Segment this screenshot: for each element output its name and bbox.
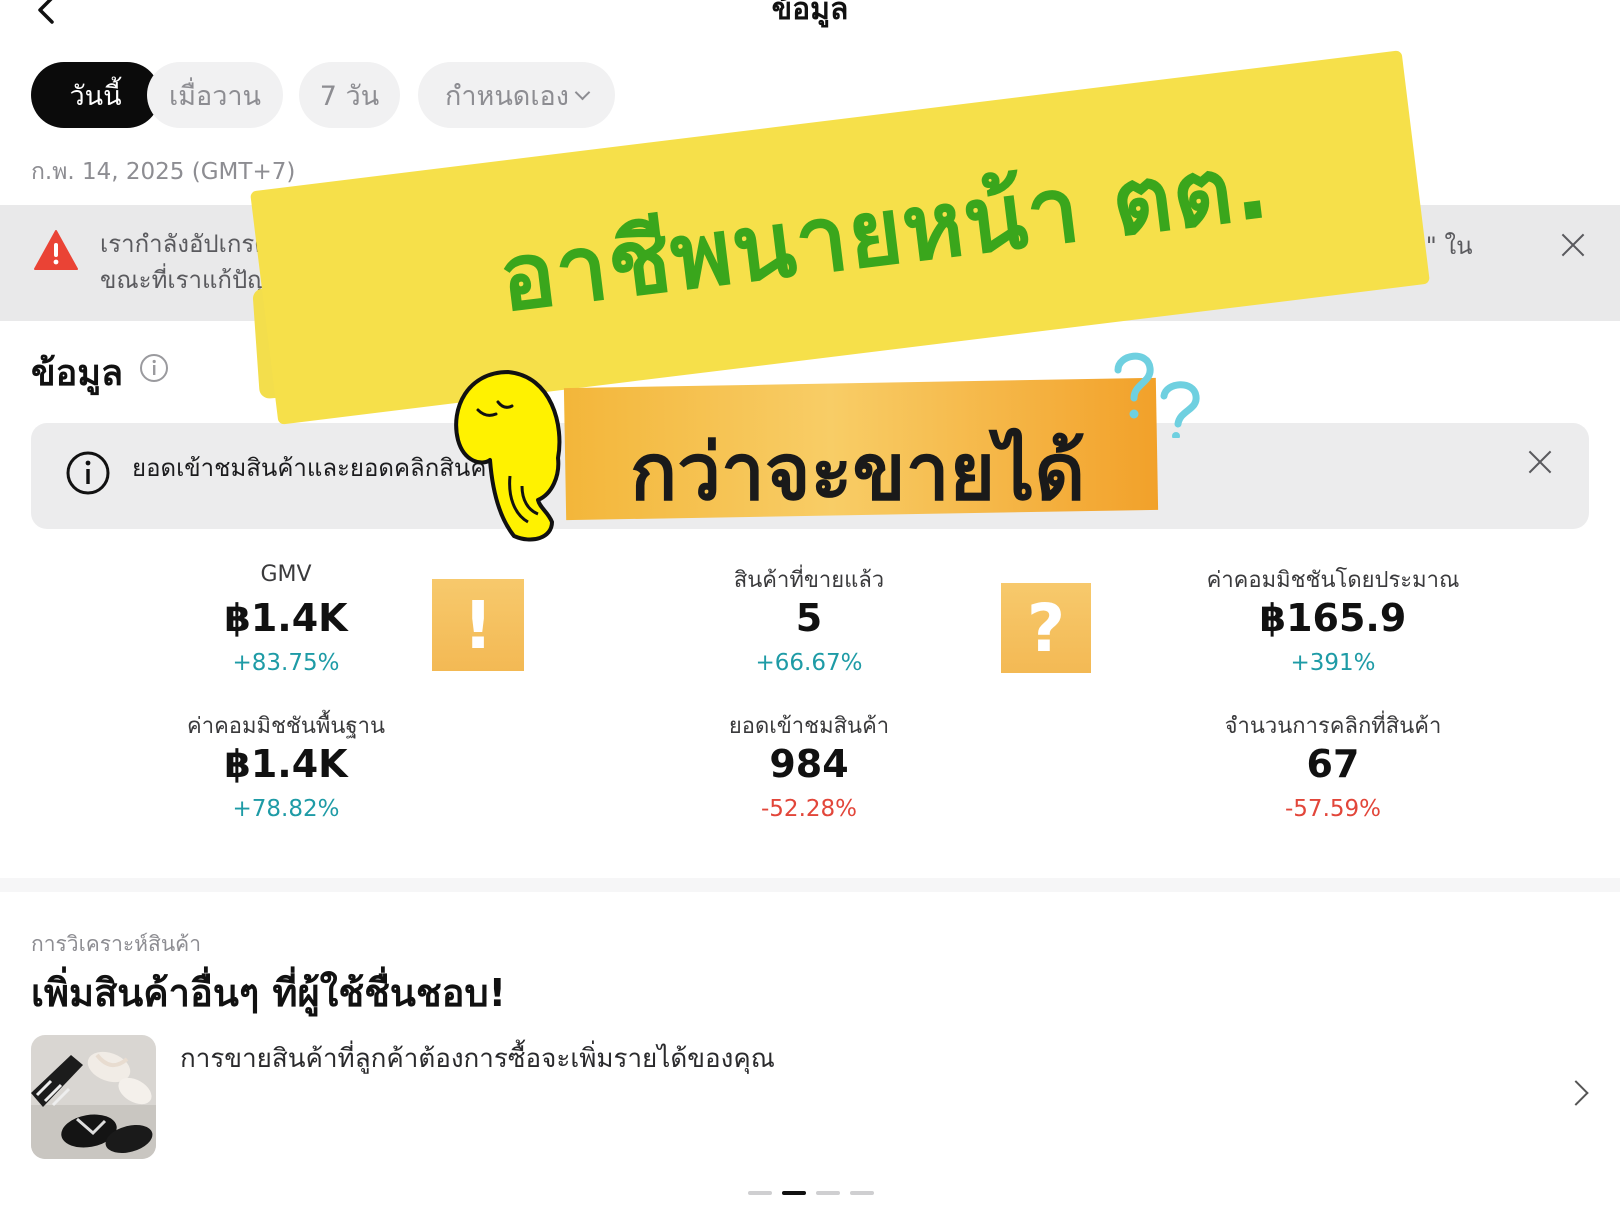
- warning-icon: [34, 230, 78, 270]
- page-title: ข้อมูล: [771, 0, 849, 27]
- pager-dot: [850, 1191, 874, 1195]
- metric-change: +66.67%: [755, 650, 863, 676]
- metric-change: -52.28%: [761, 796, 857, 822]
- metric-base-commission[interactable]: ค่าคอมมิชชันพื้นฐาน ฿1.4K +78.82%: [76, 708, 496, 822]
- chevron-right-icon[interactable]: [1563, 1080, 1589, 1106]
- metric-product-clicks[interactable]: จำนวนการคลิกที่สินค้า 67 -57.59%: [1123, 708, 1543, 822]
- product-analysis-description: การขายสินค้าที่ลูกค้าต้องการซื้อจะเพิ่มร…: [180, 1044, 775, 1074]
- overlay-subheadline: กว่าจะขายได้: [630, 428, 1086, 518]
- product-analysis-label: การวิเคราะห์สินค้า: [31, 932, 202, 956]
- metric-label: จำนวนการคลิกที่สินค้า: [1224, 714, 1442, 739]
- notice-close-icon[interactable]: [1527, 449, 1553, 475]
- filter-chip-yesterday[interactable]: เมื่อวาน: [147, 62, 283, 128]
- product-analysis-title: เพิ่มสินค้าอื่นๆ ที่ผู้ใช้ชื่นชอบ!: [31, 971, 506, 1015]
- info-circle-icon: [66, 451, 110, 495]
- metric-label: ยอดเข้าชมสินค้า: [728, 714, 890, 739]
- metric-value: 67: [1306, 742, 1360, 786]
- filter-chip-custom[interactable]: กำหนดเอง: [418, 62, 615, 128]
- section-divider: [0, 878, 1620, 892]
- exclamation-glyph: !: [462, 586, 494, 664]
- notice-text: ยอดเข้าชมสินค้าและยอดคลิกสินค้: [132, 454, 487, 482]
- metric-product-views[interactable]: ยอดเข้าชมสินค้า 984 -52.28%: [599, 708, 1019, 822]
- warning-close-icon[interactable]: [1560, 232, 1586, 258]
- question-tile-icon: ?: [1001, 583, 1091, 673]
- pager-dot: [816, 1191, 840, 1195]
- metric-label: ค่าคอมมิชชันพื้นฐาน: [187, 714, 385, 739]
- filter-chip-today[interactable]: วันนี้: [31, 62, 160, 128]
- yellow-mascot-icon: [454, 370, 562, 542]
- pager-dot: [748, 1191, 772, 1195]
- metric-change: +391%: [1290, 650, 1376, 676]
- metric-estimated-commission[interactable]: ค่าคอมมิชชันโดยประมาณ ฿165.9 +391%: [1123, 562, 1543, 676]
- pager-dot-active: [782, 1191, 806, 1195]
- filter-chip-label: 7 วัน: [319, 80, 380, 112]
- metric-value: 984: [769, 742, 849, 786]
- metric-label: สินค้าที่ขายแล้ว: [733, 568, 885, 593]
- metric-value: 5: [795, 596, 823, 640]
- metric-items-sold[interactable]: สินค้าที่ขายแล้ว 5 +66.67%: [599, 562, 1019, 676]
- question-marks-icon: [1114, 352, 1200, 438]
- exclamation-tile-icon: !: [432, 579, 524, 671]
- info-icon[interactable]: [138, 352, 170, 384]
- question-glyph: ?: [1026, 589, 1066, 667]
- metric-change: +78.82%: [232, 796, 340, 822]
- filter-chip-label: เมื่อวาน: [168, 80, 262, 112]
- filter-chip-label: กำหนดเอง: [445, 80, 569, 112]
- filter-chip-label: วันนี้: [69, 80, 122, 112]
- chevron-down-icon: [574, 84, 591, 100]
- section-title: ข้อมูล: [31, 353, 124, 394]
- metric-change: -57.59%: [1285, 796, 1381, 822]
- date-range-label: ก.พ. 14, 2025 (GMT+7): [31, 159, 296, 185]
- product-thumbnail-image[interactable]: [31, 1035, 156, 1159]
- metric-value: ฿1.4K: [224, 742, 348, 786]
- metric-value: ฿165.9: [1259, 596, 1407, 640]
- filter-chip-7-days[interactable]: 7 วัน: [299, 62, 400, 128]
- metric-label: ค่าคอมมิชชันโดยประมาณ: [1206, 568, 1460, 593]
